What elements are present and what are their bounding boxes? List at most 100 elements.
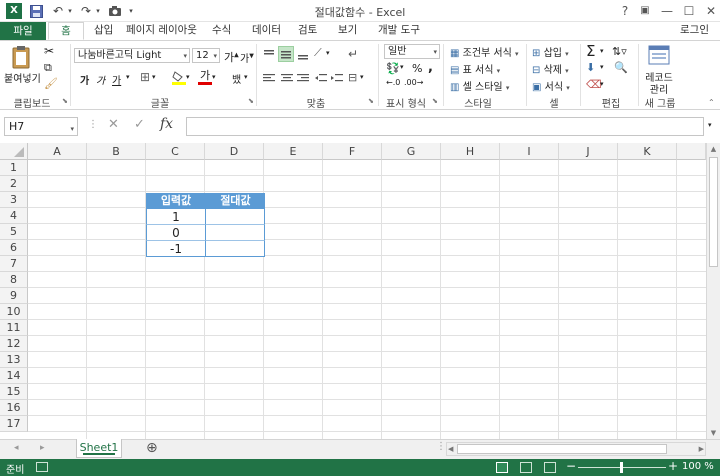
find-select-icon[interactable]: 🔍 <box>614 61 628 74</box>
chevron-down-icon[interactable]: ▾ <box>186 73 190 81</box>
chevron-down-icon[interactable]: ▾ <box>212 73 216 81</box>
page-layout-view-icon[interactable] <box>520 462 532 473</box>
font-launcher-icon[interactable]: ⬊ <box>248 97 254 105</box>
form-record-label-2[interactable]: 관리 <box>644 81 674 96</box>
table-cell[interactable]: 0 <box>146 225 206 241</box>
scroll-thumb[interactable] <box>709 157 718 267</box>
column-header[interactable]: A <box>28 143 87 160</box>
cut-icon[interactable]: ✂ <box>44 44 54 58</box>
column-header[interactable]: E <box>264 143 323 160</box>
macro-record-icon[interactable] <box>36 462 48 472</box>
align-bottom-icon[interactable] <box>296 47 310 61</box>
row-header[interactable]: 15 <box>0 384 28 400</box>
italic-button[interactable]: 가 <box>96 72 105 87</box>
chevron-down-icon[interactable]: ▾ <box>152 73 156 81</box>
add-sheet-icon[interactable]: ⊕ <box>146 440 158 456</box>
zoom-out-button[interactable]: − <box>566 459 576 473</box>
paste-button-label[interactable]: 붙여넣기 <box>4 70 41 85</box>
zoom-in-button[interactable]: + <box>668 459 678 473</box>
formula-bar-handle-icon[interactable]: ⋮ <box>88 119 98 130</box>
format-cells-button[interactable]: ▣ 서식 ▾ <box>532 78 570 93</box>
column-header[interactable]: D <box>205 143 264 160</box>
tab-home[interactable]: 홈 <box>48 22 84 40</box>
scroll-down-icon[interactable]: ▼ <box>708 429 719 437</box>
tab-split-icon[interactable]: ⋮ <box>436 441 446 452</box>
row-header[interactable]: 12 <box>0 336 28 352</box>
currency-icon[interactable]: 💱 <box>386 62 400 75</box>
form-record-icon[interactable] <box>648 44 670 66</box>
column-header[interactable]: I <box>500 143 559 160</box>
paste-icon[interactable] <box>8 44 38 70</box>
row-header[interactable]: 2 <box>0 176 28 192</box>
sign-in-link[interactable]: 로그인 <box>680 22 709 40</box>
ribbon-display-icon[interactable]: ▣ <box>636 2 654 20</box>
row-header[interactable]: 6 <box>0 240 28 256</box>
underline-button[interactable]: 가 <box>112 72 121 87</box>
chevron-down-icon[interactable]: ▾ <box>326 49 330 57</box>
sheet-tab-sheet1[interactable]: Sheet1 <box>76 439 122 458</box>
chevron-down-icon[interactable]: ▾ <box>600 80 604 88</box>
maximize-icon[interactable]: ☐ <box>680 2 698 20</box>
column-header[interactable] <box>677 143 706 160</box>
cell-styles-button[interactable]: ▥ 셀 스타일 ▾ <box>450 78 509 93</box>
insert-cells-button[interactable]: ⊞ 삽입 ▾ <box>532 44 569 59</box>
chevron-down-icon[interactable]: ▾ <box>600 63 604 71</box>
cancel-icon[interactable]: ✕ <box>108 117 119 132</box>
fill-color-icon[interactable] <box>172 70 186 86</box>
autosum-icon[interactable]: Σ <box>586 42 595 60</box>
minimize-icon[interactable]: — <box>658 2 676 20</box>
tab-formulas[interactable]: 수식 <box>204 22 239 40</box>
number-launcher-icon[interactable]: ⬊ <box>432 97 438 105</box>
align-left-icon[interactable] <box>262 71 276 85</box>
font-color-icon[interactable]: 가 <box>198 70 212 86</box>
grow-font-icon[interactable]: 가▲ <box>224 49 239 65</box>
table-header-input[interactable]: 입력값 <box>146 193 206 209</box>
bold-button[interactable]: 가 <box>80 72 89 87</box>
horizontal-scrollbar[interactable]: ◀ ▶ <box>446 442 706 456</box>
row-header[interactable]: 8 <box>0 272 28 288</box>
borders-icon[interactable]: ⊞ <box>140 70 150 84</box>
format-as-table-button[interactable]: ▤ 표 서식 ▾ <box>450 61 500 76</box>
clipboard-launcher-icon[interactable]: ⬊ <box>62 97 68 105</box>
row-header[interactable]: 17 <box>0 416 28 432</box>
delete-cells-button[interactable]: ⊟ 삭제 ▾ <box>532 61 569 76</box>
scroll-left-icon[interactable]: ◀ <box>448 443 453 455</box>
row-header[interactable]: 9 <box>0 288 28 304</box>
column-header[interactable]: K <box>618 143 677 160</box>
next-sheet-icon[interactable]: ▸ <box>40 443 45 453</box>
collapse-ribbon-icon[interactable]: ⌃ <box>708 98 715 107</box>
decrease-decimal-icon[interactable]: .00→ <box>404 78 423 87</box>
row-header[interactable]: 14 <box>0 368 28 384</box>
column-header[interactable]: J <box>559 143 618 160</box>
alignment-launcher-icon[interactable]: ⬊ <box>368 97 374 105</box>
tab-review[interactable]: 검토 <box>290 22 325 40</box>
fill-icon[interactable]: ⬇ <box>586 61 595 74</box>
name-box[interactable]: H7 ▾ <box>4 117 78 136</box>
column-header[interactable]: C <box>146 143 205 160</box>
tab-developer[interactable]: 개발 도구 <box>370 22 428 40</box>
h-scroll-thumb[interactable] <box>457 444 667 454</box>
conditional-format-button[interactable]: ▦ 조건부 서식 ▾ <box>450 44 519 59</box>
column-header[interactable]: G <box>382 143 441 160</box>
align-right-icon[interactable] <box>296 71 310 85</box>
chevron-down-icon[interactable]: ▾ <box>400 63 404 71</box>
scroll-up-icon[interactable]: ▲ <box>708 145 719 153</box>
format-painter-icon[interactable]: 🖌 <box>44 77 58 90</box>
chevron-down-icon[interactable]: ▾ <box>244 73 248 81</box>
table-cell[interactable]: 1 <box>146 209 206 225</box>
table-cell[interactable] <box>206 225 265 241</box>
increase-decimal-icon[interactable]: ←.0 <box>386 78 400 87</box>
orientation-icon[interactable]: ⟋ <box>314 46 322 60</box>
expand-formula-bar-icon[interactable]: ▾ <box>708 121 712 129</box>
page-break-view-icon[interactable] <box>544 462 556 473</box>
decrease-indent-icon[interactable] <box>314 71 328 85</box>
zoom-slider-thumb[interactable] <box>620 462 623 473</box>
merge-center-icon[interactable]: ⊟ <box>348 71 357 84</box>
align-middle-icon[interactable] <box>278 46 294 62</box>
font-size-select[interactable]: 12 ▾ <box>192 48 220 63</box>
column-header[interactable]: B <box>87 143 146 160</box>
column-header[interactable]: H <box>441 143 500 160</box>
percent-button[interactable]: % <box>412 62 422 75</box>
formula-input[interactable] <box>186 117 704 136</box>
row-header[interactable]: 4 <box>0 208 28 224</box>
